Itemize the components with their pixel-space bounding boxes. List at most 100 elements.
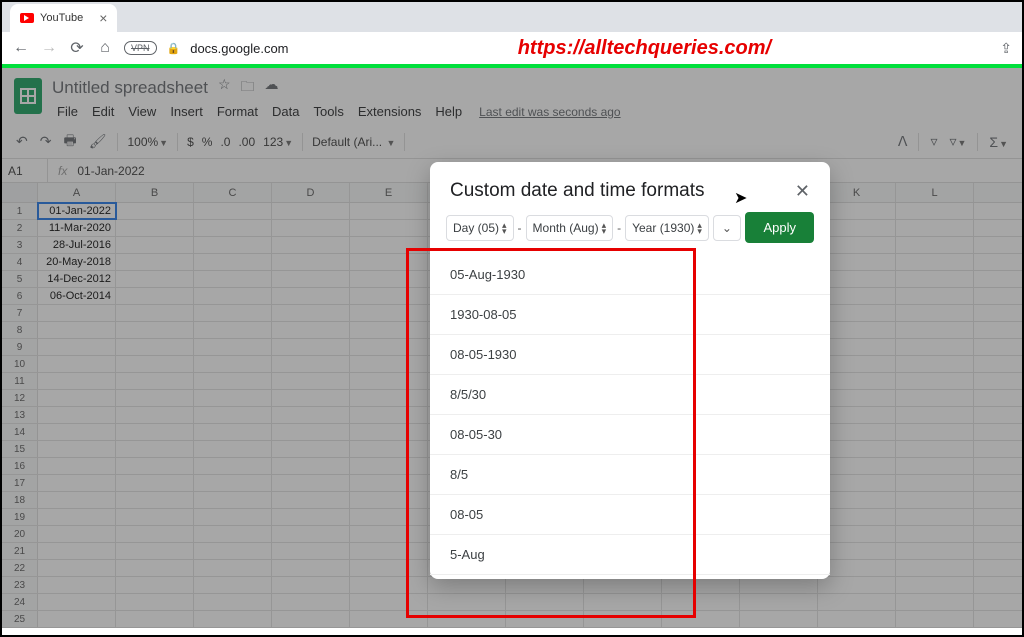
paint-format-icon[interactable]: 🖌 bbox=[85, 131, 111, 152]
cell[interactable] bbox=[272, 407, 350, 423]
cell[interactable] bbox=[272, 220, 350, 236]
cell[interactable] bbox=[506, 611, 584, 627]
cell[interactable] bbox=[896, 424, 974, 440]
sheets-logo-icon[interactable] bbox=[14, 78, 42, 114]
move-icon[interactable]: 🗀 bbox=[241, 76, 255, 100]
cell[interactable] bbox=[896, 271, 974, 287]
cell[interactable] bbox=[194, 237, 272, 253]
cell[interactable] bbox=[896, 203, 974, 219]
format-preset-item[interactable]: 05-Aug-1930 bbox=[430, 255, 830, 295]
cell[interactable] bbox=[38, 458, 116, 474]
cell[interactable] bbox=[896, 356, 974, 372]
url-text[interactable]: docs.google.com bbox=[190, 41, 288, 56]
cell[interactable] bbox=[38, 577, 116, 593]
filter-views-icon[interactable]: ▿▼ bbox=[945, 131, 970, 152]
apply-button[interactable]: Apply bbox=[745, 212, 814, 243]
cell[interactable] bbox=[116, 526, 194, 542]
menu-insert[interactable]: Insert bbox=[165, 102, 208, 121]
back-button[interactable]: ← bbox=[12, 39, 30, 57]
tab-close-icon[interactable]: × bbox=[99, 10, 107, 26]
row-header[interactable]: 12 bbox=[2, 390, 38, 406]
cell[interactable] bbox=[506, 594, 584, 610]
cell[interactable] bbox=[896, 526, 974, 542]
currency-button[interactable]: $ bbox=[185, 135, 196, 149]
row-header[interactable]: 19 bbox=[2, 509, 38, 525]
cell[interactable] bbox=[350, 356, 428, 372]
cell[interactable] bbox=[194, 305, 272, 321]
cell[interactable] bbox=[194, 543, 272, 559]
cell[interactable]: 11-Mar-2020 bbox=[38, 220, 116, 236]
cell[interactable] bbox=[272, 475, 350, 491]
format-preset-item[interactable]: 08-05-30 bbox=[430, 415, 830, 455]
format-preset-item[interactable]: 8/5 bbox=[430, 455, 830, 495]
row-header[interactable]: 21 bbox=[2, 543, 38, 559]
decrease-decimal-button[interactable]: .0 bbox=[218, 135, 232, 149]
cell[interactable] bbox=[116, 424, 194, 440]
cell[interactable] bbox=[194, 407, 272, 423]
add-part-dropdown[interactable]: ⌄ bbox=[713, 215, 741, 241]
cell[interactable] bbox=[38, 594, 116, 610]
cell[interactable] bbox=[350, 271, 428, 287]
cell[interactable] bbox=[350, 458, 428, 474]
month-format-chip[interactable]: Month (Aug)▴▾ bbox=[526, 215, 614, 241]
cell[interactable] bbox=[194, 492, 272, 508]
cell[interactable] bbox=[428, 577, 506, 593]
print-icon[interactable]: 🖶 bbox=[59, 128, 80, 156]
format-preset-item[interactable]: 1930-08-05 bbox=[430, 295, 830, 335]
format-preset-list[interactable]: 05-Aug-19301930-08-0508-05-19308/5/3008-… bbox=[430, 255, 830, 579]
cell[interactable] bbox=[38, 373, 116, 389]
day-format-chip[interactable]: Day (05)▴▾ bbox=[446, 215, 514, 241]
format-preset-item[interactable]: 08-05 bbox=[430, 495, 830, 535]
cell[interactable] bbox=[38, 356, 116, 372]
cell[interactable] bbox=[116, 356, 194, 372]
cell[interactable] bbox=[116, 254, 194, 270]
cell[interactable] bbox=[272, 305, 350, 321]
row-header[interactable]: 13 bbox=[2, 407, 38, 423]
cell[interactable] bbox=[272, 271, 350, 287]
format-preset-item[interactable]: 08-05-1930 bbox=[430, 335, 830, 375]
cell[interactable] bbox=[194, 390, 272, 406]
cell[interactable] bbox=[428, 611, 506, 627]
cell[interactable] bbox=[896, 254, 974, 270]
cell[interactable] bbox=[194, 271, 272, 287]
row-header[interactable]: 10 bbox=[2, 356, 38, 372]
cell[interactable] bbox=[272, 560, 350, 576]
cell[interactable] bbox=[350, 611, 428, 627]
cell[interactable] bbox=[350, 577, 428, 593]
hide-menus-icon[interactable]: ᐱ bbox=[894, 131, 912, 152]
cell[interactable] bbox=[272, 203, 350, 219]
cell[interactable] bbox=[116, 577, 194, 593]
cell[interactable] bbox=[896, 543, 974, 559]
cell[interactable] bbox=[896, 475, 974, 491]
reload-button[interactable]: ⟳ bbox=[68, 38, 86, 58]
star-icon[interactable]: ☆ bbox=[218, 76, 231, 100]
cell[interactable] bbox=[272, 441, 350, 457]
vpn-badge[interactable]: VPN bbox=[124, 41, 157, 55]
row-header[interactable]: 5 bbox=[2, 271, 38, 287]
cell[interactable] bbox=[896, 441, 974, 457]
row-header[interactable]: 2 bbox=[2, 220, 38, 236]
cell[interactable] bbox=[116, 407, 194, 423]
column-header[interactable]: A bbox=[38, 183, 116, 202]
cell[interactable] bbox=[896, 509, 974, 525]
close-icon[interactable]: ✕ bbox=[795, 181, 810, 202]
cell[interactable] bbox=[350, 305, 428, 321]
cell[interactable] bbox=[194, 203, 272, 219]
row-header[interactable]: 7 bbox=[2, 305, 38, 321]
cell[interactable] bbox=[194, 509, 272, 525]
cell[interactable] bbox=[116, 560, 194, 576]
cell[interactable] bbox=[38, 611, 116, 627]
menu-file[interactable]: File bbox=[52, 102, 83, 121]
cell[interactable] bbox=[272, 424, 350, 440]
cell[interactable] bbox=[38, 441, 116, 457]
cell[interactable] bbox=[116, 237, 194, 253]
column-header[interactable]: D bbox=[272, 183, 350, 202]
cell[interactable] bbox=[350, 407, 428, 423]
cell[interactable] bbox=[350, 254, 428, 270]
cell[interactable] bbox=[194, 373, 272, 389]
cell[interactable] bbox=[116, 611, 194, 627]
cell[interactable] bbox=[272, 373, 350, 389]
cell[interactable] bbox=[116, 220, 194, 236]
increase-decimal-button[interactable]: .00 bbox=[236, 135, 257, 149]
row-header[interactable]: 14 bbox=[2, 424, 38, 440]
